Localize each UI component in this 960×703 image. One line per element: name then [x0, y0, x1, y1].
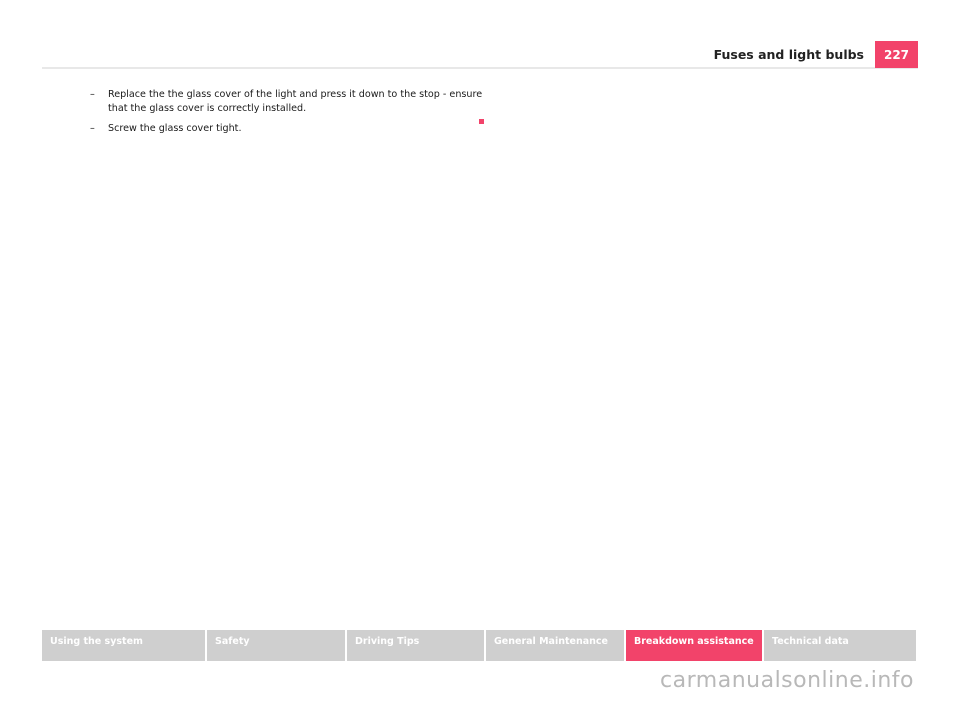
tab-general-maintenance[interactable]: General Maintenance: [486, 630, 624, 661]
watermark: carmanualsonline.info: [660, 668, 914, 693]
chapter-nav: Using the system Safety Driving Tips Gen…: [42, 630, 918, 661]
step-text: Replace the the glass cover of the light…: [108, 89, 483, 114]
section-title: Fuses and light bulbs: [713, 47, 864, 62]
instruction-list: – Replace the the glass cover of the lig…: [90, 88, 485, 142]
header-rule: [42, 67, 918, 69]
tab-safety[interactable]: Safety: [207, 630, 345, 661]
tab-driving-tips[interactable]: Driving Tips: [347, 630, 484, 661]
step-marker: –: [90, 89, 95, 100]
tab-breakdown-assistance[interactable]: Breakdown assistance: [626, 630, 762, 661]
tab-technical-data[interactable]: Technical data: [764, 630, 916, 661]
step-text: Screw the glass cover tight.: [108, 123, 242, 134]
section-end-square-icon: [479, 119, 484, 124]
step-marker: –: [90, 123, 95, 134]
tab-using-the-system[interactable]: Using the system: [42, 630, 205, 661]
page-number-badge: 227: [875, 41, 918, 68]
instruction-step: – Replace the the glass cover of the lig…: [90, 88, 485, 116]
instruction-step: – Screw the glass cover tight.: [90, 122, 485, 136]
